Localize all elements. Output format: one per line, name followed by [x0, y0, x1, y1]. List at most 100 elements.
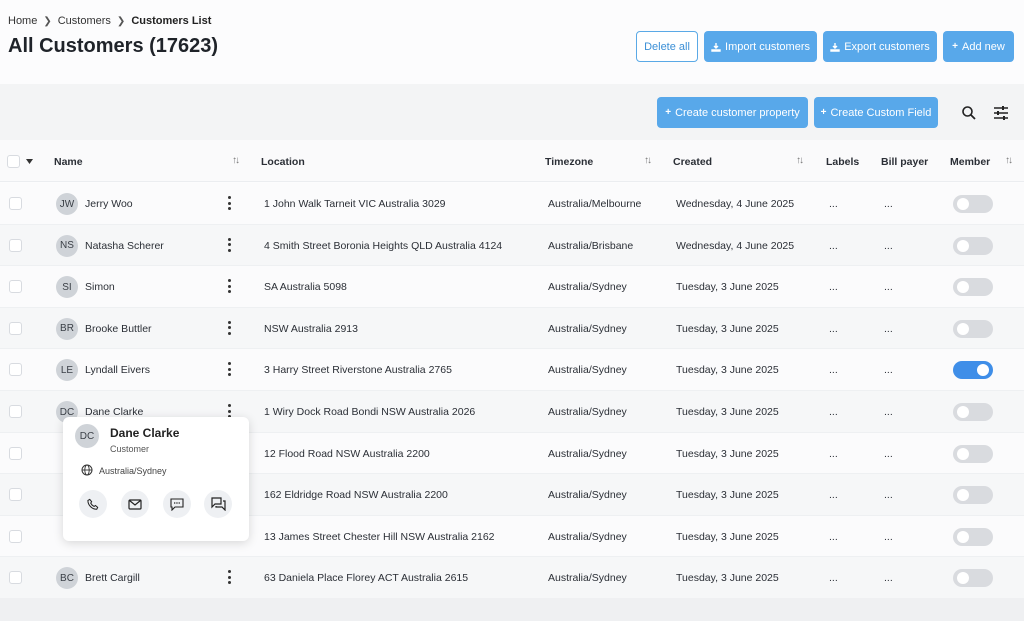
chevron-right-icon: ❯ — [116, 15, 126, 27]
customer-bill-payer[interactable]: ... — [884, 323, 893, 335]
column-name[interactable]: Name — [54, 156, 83, 168]
customer-name[interactable]: Brett Cargill — [85, 572, 140, 584]
caret-down-icon[interactable] — [26, 159, 33, 164]
table-row[interactable]: NS Natasha Scherer 4 Smith Street Boronia … — [0, 224, 1024, 267]
customer-location: NSW Australia 2913 — [264, 322, 358, 335]
add-new-button[interactable]: + Add new — [943, 31, 1014, 62]
chat-icon[interactable] — [204, 490, 232, 518]
more-options-icon[interactable] — [228, 196, 232, 210]
customer-labels[interactable]: ... — [829, 406, 838, 418]
customer-bill-payer[interactable]: ... — [884, 406, 893, 418]
search-icon[interactable] — [957, 101, 981, 125]
customer-timezone: Australia/Sydney — [548, 364, 627, 377]
delete-all-button[interactable]: Delete all — [636, 31, 698, 62]
customer-location: 12 Flood Road NSW Australia 2200 — [264, 447, 430, 460]
row-checkbox[interactable] — [9, 446, 22, 460]
row-checkbox[interactable] — [9, 363, 22, 377]
table-row[interactable]: JW Jerry Woo 1 John Walk Tarneit VIC Austr… — [0, 183, 1024, 225]
column-bill-payer[interactable]: Bill payer — [881, 156, 928, 168]
column-labels[interactable]: Labels — [826, 156, 859, 168]
column-created[interactable]: Created — [673, 156, 712, 168]
breadcrumb-home[interactable]: Home — [8, 15, 37, 27]
member-toggle[interactable] — [953, 319, 993, 338]
plus-icon: + — [952, 41, 959, 52]
delete-all-label: Delete all — [644, 40, 690, 53]
row-checkbox[interactable] — [9, 238, 22, 252]
row-checkbox[interactable] — [9, 321, 22, 335]
customer-labels[interactable]: ... — [829, 281, 838, 293]
member-toggle[interactable] — [953, 527, 993, 546]
customer-name[interactable]: Jerry Woo — [85, 198, 133, 210]
customer-bill-payer[interactable]: ... — [884, 448, 893, 460]
member-toggle[interactable] — [953, 236, 993, 255]
member-toggle[interactable] — [953, 278, 993, 297]
more-options-icon[interactable] — [228, 404, 232, 418]
sort-icon[interactable]: ↑↓ — [232, 155, 240, 166]
breadcrumb-customers[interactable]: Customers — [58, 15, 111, 27]
customer-labels[interactable]: ... — [829, 240, 838, 252]
customer-labels[interactable]: ... — [829, 198, 838, 210]
sms-icon[interactable] — [163, 490, 191, 518]
avatar: JW — [56, 193, 78, 215]
member-toggle[interactable] — [953, 195, 993, 213]
filter-settings-icon[interactable] — [989, 101, 1013, 125]
more-options-icon[interactable] — [228, 362, 232, 377]
member-toggle[interactable] — [953, 403, 993, 421]
page-header: Home ❯ Customers ❯ Customers List All Cu… — [0, 0, 1024, 84]
row-checkbox[interactable] — [9, 488, 22, 502]
customer-bill-payer[interactable]: ... — [884, 364, 893, 376]
customer-timezone: Australia/Melbourne — [548, 198, 642, 210]
customer-timezone: Australia/Sydney — [548, 572, 627, 585]
select-all-checkbox[interactable] — [7, 155, 20, 168]
phone-icon[interactable] — [79, 490, 107, 518]
customer-labels[interactable]: ... — [829, 448, 838, 460]
row-checkbox[interactable] — [9, 529, 22, 543]
row-checkbox[interactable] — [9, 571, 22, 585]
create-custom-field-button[interactable]: + Create Custom Field — [814, 97, 938, 128]
import-customers-button[interactable]: Import customers — [704, 31, 817, 62]
sort-icon[interactable]: ↑↓ — [644, 155, 652, 166]
customer-name[interactable]: Simon — [85, 281, 115, 293]
more-options-icon[interactable] — [228, 237, 232, 252]
more-options-icon[interactable] — [228, 570, 232, 585]
row-checkbox[interactable] — [9, 405, 22, 418]
customer-labels[interactable]: ... — [829, 572, 838, 584]
download-icon — [711, 42, 721, 52]
export-customers-button[interactable]: Export customers — [823, 31, 937, 62]
member-toggle[interactable] — [953, 361, 993, 380]
customer-bill-payer[interactable]: ... — [884, 198, 893, 210]
customer-name[interactable]: Lyndall Eivers — [85, 364, 150, 376]
column-timezone[interactable]: Timezone — [545, 156, 593, 168]
column-member[interactable]: Member — [950, 156, 990, 168]
more-options-icon[interactable] — [228, 320, 232, 335]
customer-name[interactable]: Brooke Buttler — [85, 323, 152, 335]
customer-labels[interactable]: ... — [829, 323, 838, 335]
row-checkbox[interactable] — [9, 280, 22, 294]
table-row[interactable]: SI Simon SA Australia 5098 Australia/Sydney… — [0, 266, 1024, 308]
customer-labels[interactable]: ... — [829, 364, 838, 376]
customer-bill-payer[interactable]: ... — [884, 281, 893, 293]
row-checkbox[interactable] — [9, 197, 22, 210]
customer-bill-payer[interactable]: ... — [884, 531, 893, 543]
customer-bill-payer[interactable]: ... — [884, 489, 893, 501]
member-toggle[interactable] — [953, 486, 993, 505]
table-row[interactable]: BR Brooke Buttler NSW Australia 2913 Austra… — [0, 307, 1024, 350]
customer-labels[interactable]: ... — [829, 489, 838, 501]
sort-icon[interactable]: ↑↓ — [1005, 155, 1013, 166]
sort-icon[interactable]: ↑↓ — [796, 155, 804, 166]
avatar: LE — [56, 359, 78, 382]
more-options-icon[interactable] — [228, 279, 232, 294]
customer-labels[interactable]: ... — [829, 531, 838, 543]
create-customer-property-button[interactable]: + Create customer property — [657, 97, 808, 128]
column-location[interactable]: Location — [261, 156, 305, 168]
customer-bill-payer[interactable]: ... — [884, 572, 893, 584]
customer-name[interactable]: Natasha Scherer — [85, 240, 164, 252]
popover-name[interactable]: Dane Clarke — [110, 426, 179, 440]
member-toggle[interactable] — [953, 444, 993, 463]
member-toggle[interactable] — [953, 569, 993, 588]
mail-icon[interactable] — [121, 490, 149, 518]
table-row[interactable]: LE Lyndall Eivers 3 Harry Street Riverston… — [0, 349, 1024, 391]
table-row[interactable]: BC Brett Cargill 63 Daniela Place Florey A… — [0, 557, 1024, 599]
customer-location: 3 Harry Street Riverstone Australia 2765 — [264, 364, 452, 377]
customer-bill-payer[interactable]: ... — [884, 240, 893, 252]
